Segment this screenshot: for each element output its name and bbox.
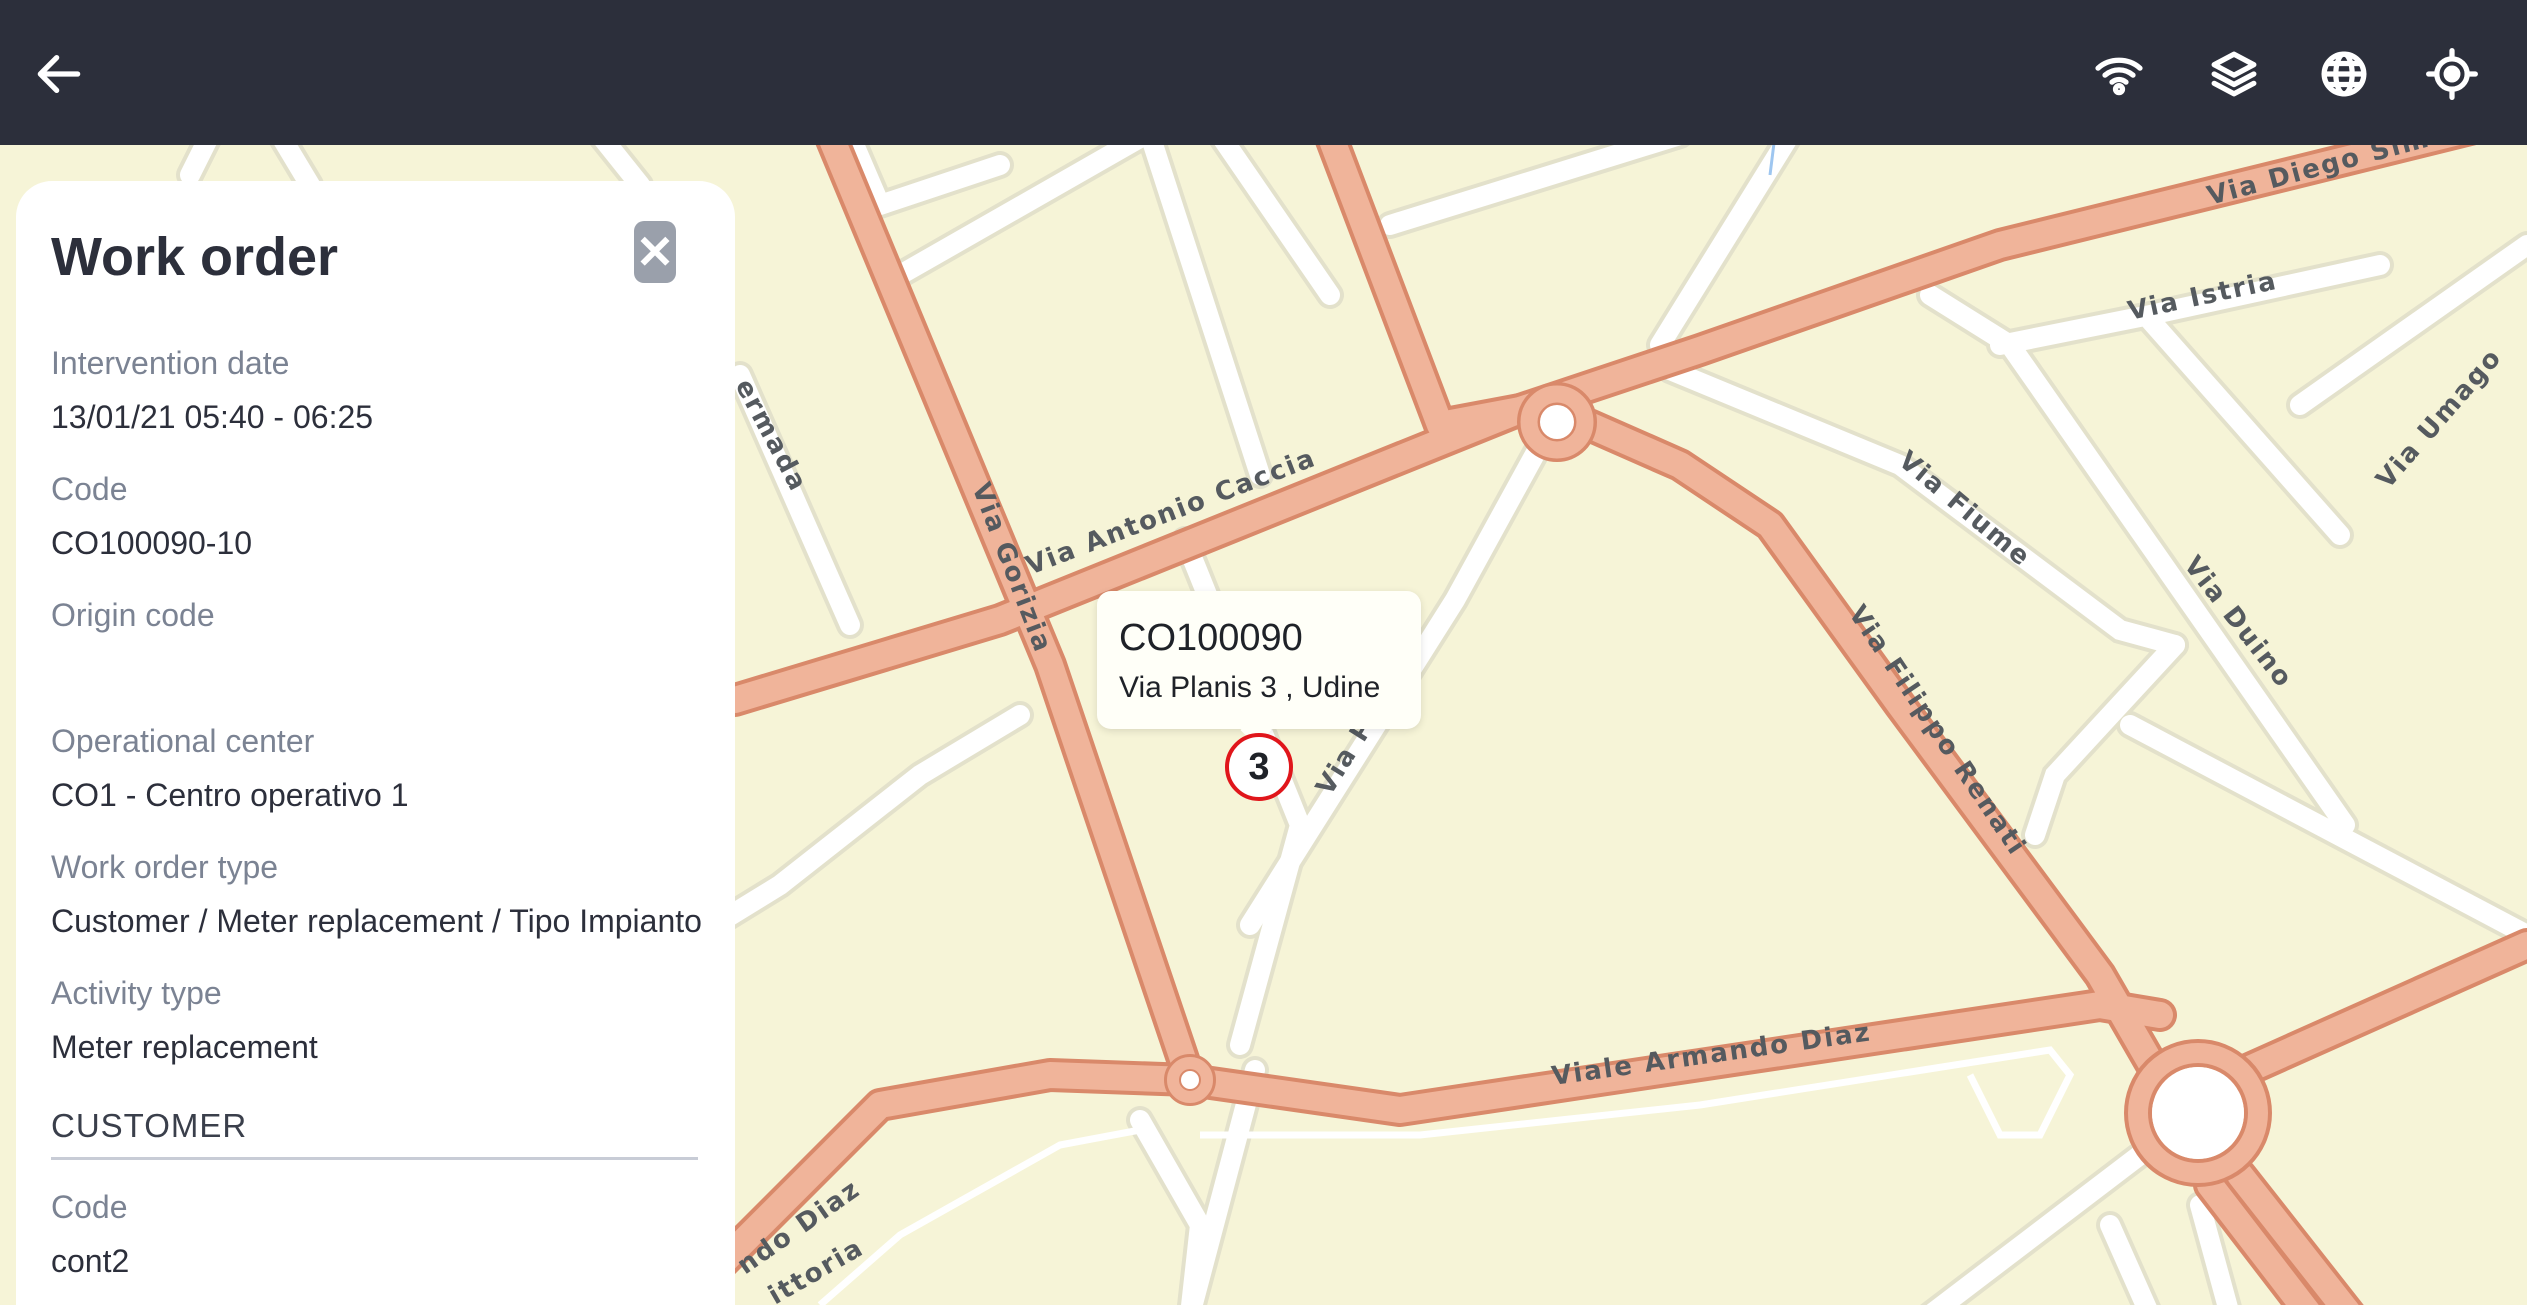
customer-section-title: CUSTOMER xyxy=(51,1107,248,1144)
activity-type-value: Meter replacement xyxy=(51,1029,318,1065)
top-app-bar xyxy=(0,0,2527,145)
panel-title: Work order xyxy=(51,227,339,287)
arrow-left-icon[interactable] xyxy=(25,40,93,108)
operational-center-value: CO1 - Centro operativo 1 xyxy=(51,777,409,813)
origin-code-label: Origin code xyxy=(51,597,215,633)
activity-type-label: Activity type xyxy=(51,975,222,1011)
street-label-via-fiume: Via Fiume xyxy=(1893,445,2037,573)
intervention-date-value: 13/01/21 05:40 - 06:25 xyxy=(51,399,374,435)
marker-count: 3 xyxy=(1248,745,1270,788)
work-order-panel: Work order ✕ Intervention date 13/01/21 … xyxy=(16,181,735,1305)
customer-code-value: cont2 xyxy=(51,1243,130,1279)
work-order-type-label: Work order type xyxy=(51,849,279,885)
work-order-type-value: Customer / Meter replacement / Tipo Impi… xyxy=(51,903,702,939)
globe-icon[interactable] xyxy=(2310,40,2378,108)
popup-address: Via Planis 3 , Udine xyxy=(1119,671,1381,704)
wifi-icon[interactable] xyxy=(2085,40,2153,108)
code-label: Code xyxy=(51,471,128,507)
popup-title: CO100090 xyxy=(1119,617,1303,659)
crosshair-icon[interactable] xyxy=(2418,40,2486,108)
close-button[interactable]: ✕ xyxy=(634,221,676,283)
location-popup[interactable]: CO100090 Via Planis 3 , Udine xyxy=(1097,591,1421,746)
code-value: CO100090-10 xyxy=(51,525,253,561)
operational-center-label: Operational center xyxy=(51,723,315,759)
customer-code-label: Code xyxy=(51,1189,128,1225)
layers-icon[interactable] xyxy=(2200,40,2268,108)
section-divider xyxy=(51,1157,698,1160)
street-label-via-filippo-renati: Via Filippo Renati xyxy=(1842,600,2032,861)
map-cluster-marker[interactable]: 3 xyxy=(1225,733,1293,801)
close-icon: ✕ xyxy=(635,226,675,278)
intervention-date-label: Intervention date xyxy=(51,345,290,381)
street-label-via-diego: Via Diego Simo xyxy=(2204,145,2453,212)
street-label-via-umago: Via Umago xyxy=(2371,343,2509,495)
